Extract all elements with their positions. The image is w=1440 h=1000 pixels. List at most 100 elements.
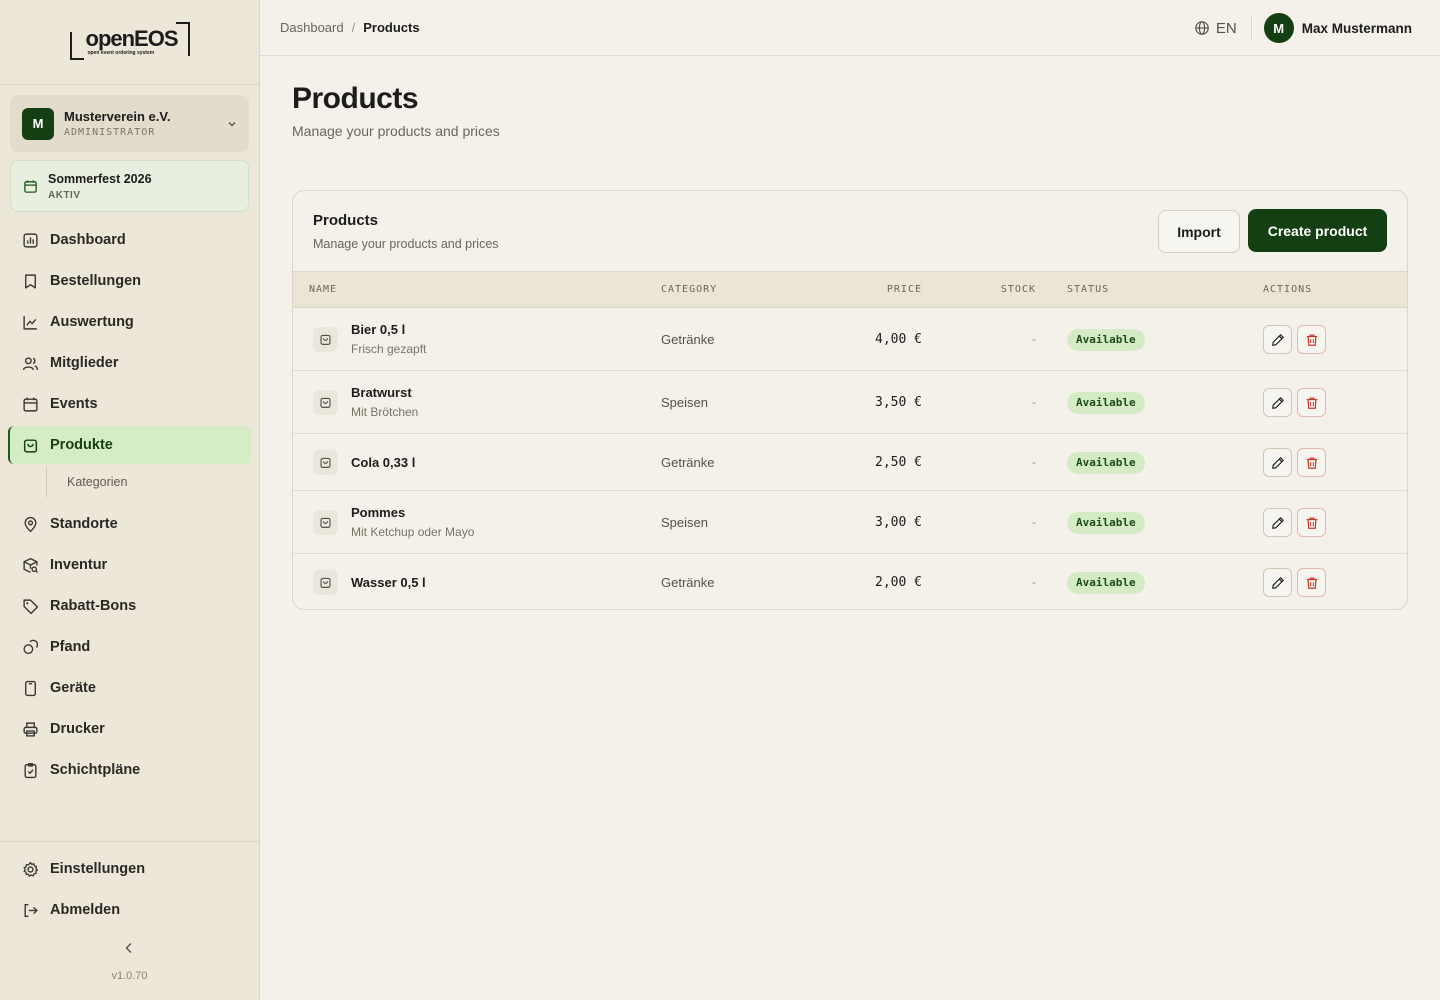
table-row[interactable]: Bratwurst Mit Brötchen Speisen 3,50 € - Avail… xyxy=(293,371,1407,434)
column-header-stock[interactable]: STOCK xyxy=(1001,284,1036,295)
organization-role: ADMINISTRATOR xyxy=(64,127,156,138)
nav-item-abmelden[interactable]: Abmelden xyxy=(8,891,251,929)
nav-item-inventur[interactable]: Inventur xyxy=(8,546,251,584)
nav-subitem-kategorien[interactable]: Kategorien xyxy=(46,467,251,497)
nav-item-standorte[interactable]: Standorte xyxy=(8,505,251,543)
users-icon xyxy=(22,356,39,370)
product-stock: - xyxy=(1032,331,1036,346)
nav-item-bestellungen[interactable]: Bestellungen xyxy=(8,262,251,300)
delete-button[interactable] xyxy=(1297,448,1326,477)
organization-switcher[interactable]: M Musterverein e.V. ADMINISTRATOR xyxy=(10,95,249,152)
nav-item-einstellungen[interactable]: Einstellungen xyxy=(8,850,251,888)
product-price: 3,00 € xyxy=(875,514,922,530)
column-header-status[interactable]: STATUS xyxy=(1067,284,1109,295)
sidebar: openEOS open event ordering system M Mus… xyxy=(0,0,260,1000)
column-header-category[interactable]: CATEGORY xyxy=(661,284,717,295)
pencil-icon xyxy=(1271,456,1284,469)
edit-button[interactable] xyxy=(1263,448,1292,477)
trend-icon xyxy=(23,315,37,330)
bag-icon xyxy=(320,517,331,528)
calendar-icon xyxy=(23,397,38,412)
table-row[interactable]: Wasser 0,5 l Getränke 2,00 € - Available xyxy=(293,554,1407,609)
product-name: Bratwurst xyxy=(351,384,412,400)
breadcrumb: Dashboard / Products xyxy=(280,20,420,35)
product-description: Mit Ketchup oder Mayo xyxy=(351,524,475,539)
nav-item-dashboard[interactable]: Dashboard xyxy=(8,221,251,259)
edit-button[interactable] xyxy=(1263,325,1292,354)
product-category: Getränke xyxy=(661,331,715,347)
nav-item-schichtplaene[interactable]: Schichtpläne xyxy=(8,751,251,789)
chevron-left-icon[interactable] xyxy=(121,940,137,956)
device-icon xyxy=(25,680,36,696)
receipt-icon xyxy=(25,273,36,289)
nav-item-mitglieder[interactable]: Mitglieder xyxy=(8,344,251,382)
bag-icon xyxy=(23,438,38,453)
nav-item-rabatt-bons[interactable]: Rabatt-Bons xyxy=(8,587,251,625)
product-icon xyxy=(313,510,338,535)
edit-button[interactable] xyxy=(1263,388,1292,417)
product-name: Wasser 0,5 l xyxy=(351,574,426,590)
bag-icon xyxy=(320,577,331,588)
coins-icon xyxy=(23,639,39,654)
main-navigation: Dashboard Bestellungen Auswertung Mitgli… xyxy=(8,221,251,792)
pencil-icon xyxy=(1271,396,1284,409)
product-name: Bier 0,5 l xyxy=(351,321,406,337)
printer-icon xyxy=(23,721,38,737)
logout-icon xyxy=(24,903,38,917)
language-label: EN xyxy=(1215,19,1237,37)
product-price: 2,50 € xyxy=(875,454,922,470)
nav-item-auswertung[interactable]: Auswertung xyxy=(8,303,251,341)
table-header: NAME CATEGORY PRICE STOCK STATUS ACTIONS xyxy=(293,271,1407,308)
globe-icon xyxy=(1195,21,1209,35)
user-menu[interactable]: M Max Mustermann xyxy=(1263,13,1412,43)
product-category: Speisen xyxy=(661,514,708,530)
pencil-icon xyxy=(1271,576,1284,589)
calendar-icon xyxy=(24,179,37,193)
status-badge: Available xyxy=(1067,571,1145,594)
breadcrumb-dashboard[interactable]: Dashboard xyxy=(280,20,344,35)
nav-item-drucker[interactable]: Drucker xyxy=(8,710,251,748)
product-category: Getränke xyxy=(661,454,715,470)
breadcrumb-current: Products xyxy=(363,20,420,35)
column-header-actions: ACTIONS xyxy=(1263,284,1313,295)
delete-button[interactable] xyxy=(1297,568,1326,597)
divider xyxy=(1250,16,1252,40)
nav-item-geraete[interactable]: Geräte xyxy=(8,669,251,707)
table-row[interactable]: Pommes Mit Ketchup oder Mayo Speisen 3,00 €… xyxy=(293,491,1407,554)
breadcrumb-separator: / xyxy=(351,20,356,35)
organization-avatar: M xyxy=(22,107,54,140)
nav-item-produkte[interactable]: Produkte xyxy=(8,426,251,464)
user-name: Max Mustermann xyxy=(1301,20,1412,36)
product-price: 3,50 € xyxy=(875,394,922,410)
delete-button[interactable] xyxy=(1297,388,1326,417)
active-event-card[interactable]: Sommerfest 2026 AKTIV xyxy=(10,160,249,212)
language-switcher[interactable]: EN xyxy=(1194,20,1237,37)
app-version: v1.0.70 xyxy=(111,970,148,982)
nav-item-events[interactable]: Events xyxy=(8,385,251,423)
import-button[interactable]: Import xyxy=(1158,210,1240,253)
column-header-price[interactable]: PRICE xyxy=(887,284,922,295)
create-product-button[interactable]: Create product xyxy=(1248,209,1387,252)
pencil-icon xyxy=(1271,333,1284,346)
event-status: AKTIV xyxy=(48,189,81,201)
product-description: Mit Brötchen xyxy=(351,404,419,419)
table-row[interactable]: Cola 0,33 l Getränke 2,50 € - Available xyxy=(293,434,1407,491)
pin-icon xyxy=(24,516,37,532)
product-icon xyxy=(313,570,338,595)
nav-item-pfand[interactable]: Pfand xyxy=(8,628,251,666)
chart-icon xyxy=(23,232,38,248)
delete-button[interactable] xyxy=(1297,325,1326,354)
column-header-name[interactable]: NAME xyxy=(309,284,337,295)
sidebar-footer: Einstellungen Abmelden xyxy=(0,841,259,932)
status-badge: Available xyxy=(1067,391,1145,414)
page-subtitle: Manage your products and prices xyxy=(292,123,500,139)
edit-button[interactable] xyxy=(1263,508,1292,537)
openeos-logo[interactable]: openEOS open event ordering system xyxy=(69,22,190,62)
product-icon xyxy=(313,450,338,475)
top-bar: Dashboard / Products EN M Max Mustermann xyxy=(260,0,1440,56)
table-row[interactable]: Bier 0,5 l Frisch gezapft Getränke 4,00 € - A… xyxy=(293,308,1407,371)
delete-button[interactable] xyxy=(1297,508,1326,537)
card-title: Products xyxy=(313,212,379,229)
product-name: Pommes xyxy=(351,504,406,520)
edit-button[interactable] xyxy=(1263,568,1292,597)
